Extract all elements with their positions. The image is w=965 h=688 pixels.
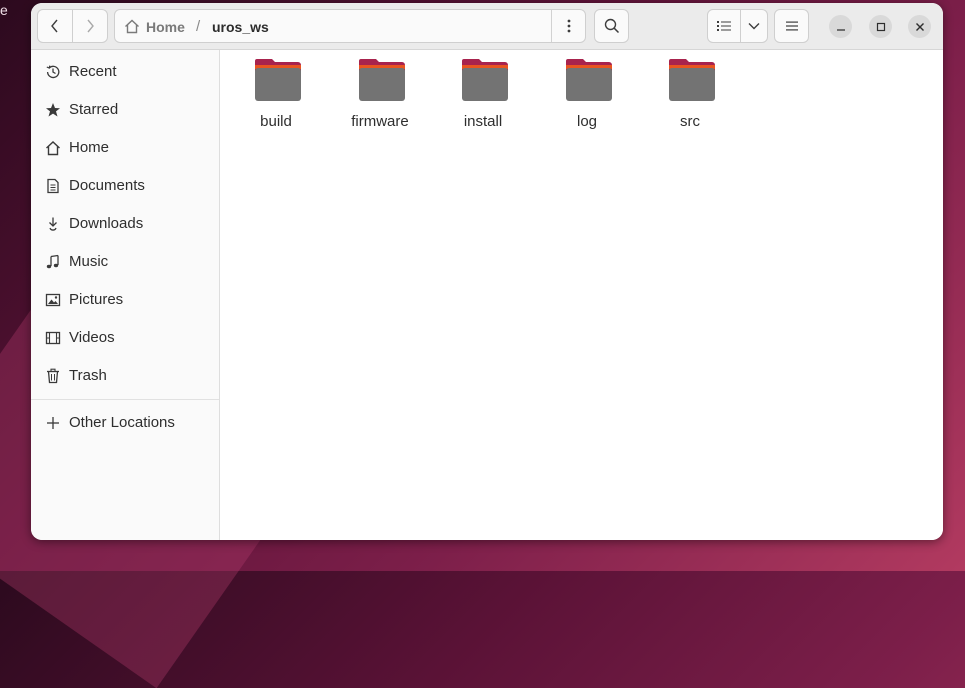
folder-item-install[interactable]: install	[431, 59, 535, 130]
sidebar-item-label: Downloads	[69, 215, 144, 232]
path-current-folder[interactable]: uros_ws	[212, 19, 269, 35]
folder-label: log	[576, 113, 598, 130]
search-button[interactable]	[594, 9, 629, 43]
view-buttons	[707, 9, 768, 43]
folder-label: src	[680, 113, 700, 130]
view-options-button[interactable]	[740, 9, 768, 43]
maximize-button[interactable]	[869, 15, 892, 38]
document-icon	[47, 178, 59, 194]
path-separator: /	[196, 18, 201, 35]
sidebar-item-videos[interactable]: Videos	[31, 319, 219, 357]
navigation-buttons	[37, 9, 108, 43]
folder-icon	[255, 59, 301, 101]
folder-icon	[462, 59, 508, 101]
minimize-button[interactable]	[829, 15, 852, 38]
folder-item-build[interactable]: build	[224, 59, 328, 130]
hamburger-menu-icon	[785, 21, 798, 31]
film-icon	[45, 331, 61, 345]
main-menu-button[interactable]	[774, 9, 809, 43]
sidebar-item-recent[interactable]: Recent	[31, 53, 219, 91]
maximize-icon	[876, 22, 885, 31]
sidebar-item-documents[interactable]: Documents	[31, 167, 219, 205]
chevron-left-icon	[51, 19, 58, 33]
sidebar-separator	[31, 399, 219, 400]
picture-icon	[45, 293, 61, 307]
sidebar-item-label: Recent	[69, 63, 117, 80]
folder-label: install	[463, 113, 503, 130]
folder-icon	[669, 59, 715, 101]
home-icon	[46, 141, 60, 156]
path-menu-button[interactable]	[551, 10, 585, 42]
home-icon	[125, 19, 139, 34]
back-button[interactable]	[37, 9, 73, 43]
sidebar-item-trash[interactable]: Trash	[31, 357, 219, 395]
download-icon	[49, 217, 57, 231]
list-view-icon	[717, 21, 731, 31]
sidebar-item-other-locations[interactable]: Other Locations	[31, 404, 219, 442]
sidebar-item-home[interactable]: Home	[31, 129, 219, 167]
sidebar-item-label: Starred	[69, 101, 119, 118]
trash-icon	[47, 368, 59, 384]
star-icon	[46, 103, 60, 117]
folder-item-log[interactable]: log	[535, 59, 639, 130]
folder-item-firmware[interactable]: firmware	[328, 59, 432, 130]
forward-button[interactable]	[72, 9, 108, 43]
chevron-right-icon	[87, 19, 94, 33]
list-view-button[interactable]	[707, 9, 741, 43]
sidebar-item-downloads[interactable]: Downloads	[31, 205, 219, 243]
sidebar: Recent Starred Home Documents Downloads …	[31, 50, 220, 540]
plus-icon	[47, 417, 59, 429]
sidebar-item-label: Other Locations	[69, 414, 175, 431]
file-view: build firmware install log src	[220, 50, 943, 540]
folder-item-src[interactable]: src	[638, 59, 742, 130]
file-manager-window: Home / uros_ws Recent Starred Home Docum…	[31, 3, 943, 540]
sidebar-item-label: Trash	[69, 367, 107, 384]
sidebar-item-starred[interactable]: Starred	[31, 91, 219, 129]
path-home-button[interactable]: Home	[146, 19, 185, 35]
sidebar-item-label: Documents	[69, 177, 145, 194]
sidebar-item-label: Pictures	[69, 291, 124, 308]
sidebar-item-label: Music	[69, 253, 109, 270]
folder-icon	[566, 59, 612, 101]
sidebar-item-label: Home	[69, 139, 110, 156]
sidebar-item-label: Videos	[69, 329, 115, 346]
vertical-ellipsis-icon	[567, 19, 570, 33]
sidebar-item-music[interactable]: Music	[31, 243, 219, 281]
clock-icon	[46, 65, 60, 79]
chevron-down-icon	[748, 23, 760, 30]
folder-icon	[359, 59, 405, 101]
folder-label: build	[260, 113, 292, 130]
minimize-icon	[836, 28, 845, 31]
close-icon	[915, 22, 924, 31]
wallpaper-edge-text: e	[0, 2, 8, 18]
sidebar-item-pictures[interactable]: Pictures	[31, 281, 219, 319]
pathbar: Home / uros_ws	[114, 9, 586, 43]
folder-label: firmware	[351, 113, 409, 130]
music-note-icon	[46, 254, 59, 269]
search-icon	[604, 18, 619, 34]
headerbar: Home / uros_ws	[31, 3, 943, 50]
close-button[interactable]	[908, 15, 931, 38]
